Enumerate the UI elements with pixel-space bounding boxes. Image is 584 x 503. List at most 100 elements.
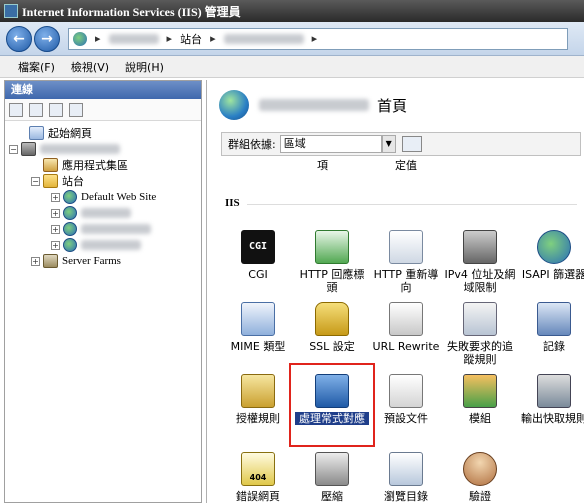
tree-item-sites[interactable]: − 站台 [31, 173, 84, 189]
breadcrumb-sites[interactable]: 站台 [180, 31, 202, 47]
feature-label: HTTP 回應標頭 [299, 268, 365, 294]
group-by-select[interactable]: 區域 [279, 135, 382, 153]
up-folder-icon[interactable] [49, 102, 63, 117]
connect-icon[interactable] [9, 102, 23, 117]
tree-label: Default Web Site [81, 191, 157, 203]
feature-http-response-headers[interactable]: HTTP 回應標頭 [295, 230, 369, 294]
ip-restrictions-icon [463, 230, 497, 264]
back-button[interactable]: ← [6, 25, 32, 52]
globe-icon [73, 31, 87, 46]
directory-browsing-icon [389, 452, 423, 486]
feature-http-redirect[interactable]: HTTP 重新導向 [369, 230, 443, 294]
expand-toggle[interactable]: + [51, 224, 60, 234]
feature-output-caching[interactable]: 輸出快取規則 [517, 374, 584, 425]
feature-authentication[interactable]: 驗證 [443, 452, 517, 503]
collapse-toggle[interactable]: − [9, 144, 18, 154]
feature-label: 失敗要求的追蹤規則 [447, 340, 513, 366]
page-title: 首頁 [377, 96, 408, 115]
collapse-toggle[interactable]: − [31, 176, 40, 186]
output-caching-icon [537, 374, 571, 408]
address-bar[interactable]: ▸ ▸ 站台 ▸ ▸ [68, 27, 568, 50]
expand-toggle[interactable]: + [51, 208, 60, 218]
forward-button[interactable]: → [34, 25, 60, 52]
feature-label: CGI [248, 268, 268, 281]
expand-toggle[interactable]: + [31, 256, 40, 266]
blurred-server-name[interactable] [108, 33, 159, 44]
failed-request-tracing-icon [463, 302, 497, 336]
feature-error-pages[interactable]: 404 錯誤網頁 [221, 452, 295, 503]
feature-url-rewrite[interactable]: URL Rewrite [369, 302, 443, 353]
connections-toolbar [5, 99, 201, 121]
feature-failed-request-tracing[interactable]: 失敗要求的追蹤規則 [443, 302, 517, 366]
http-response-headers-icon [315, 230, 349, 264]
error-pages-icon: 404 [241, 452, 275, 486]
site-globe-icon [63, 190, 77, 204]
expand-toggle[interactable]: + [51, 192, 60, 202]
view-mode-icon[interactable] [401, 136, 422, 152]
tree-label: 站台 [62, 175, 84, 188]
iis-app-icon [4, 4, 18, 18]
tree-label: Server Farms [62, 255, 121, 267]
expand-toggle[interactable]: + [51, 240, 60, 250]
tree-item-site[interactable]: + [51, 237, 141, 253]
feature-directory-browsing[interactable]: 瀏覽目錄 [369, 452, 443, 503]
cut-off-label: 項 [317, 159, 328, 172]
menu-help[interactable]: 說明(H) [125, 59, 164, 75]
tree-item-server-farms[interactable]: + Server Farms [31, 253, 121, 269]
site-globe-icon [63, 222, 77, 236]
feature-compression[interactable]: 壓縮 [295, 452, 369, 503]
feature-label: SSL 設定 [309, 340, 355, 353]
breadcrumb-separator: ▸ [210, 32, 216, 45]
feature-label: 記錄 [543, 340, 565, 353]
group-by-bar: 群組依據: 區域 ▼ [221, 132, 581, 156]
feature-logging[interactable]: 記錄 [517, 302, 584, 353]
compression-icon [315, 452, 349, 486]
tree-item-app-pools[interactable]: 應用程式集區 [43, 157, 128, 173]
features-view-pane: 首頁 群組依據: 區域 ▼ 項 定值 IIS CGI CGI HTTP 回應標頭… [206, 80, 584, 503]
blurred-site-name[interactable] [223, 33, 304, 44]
feature-label: 輸出快取規則 [521, 412, 584, 425]
sites-folder-icon [43, 174, 58, 188]
feature-mime-types[interactable]: MIME 類型 [221, 302, 295, 353]
save-icon[interactable] [29, 102, 43, 117]
feature-modules[interactable]: 模組 [443, 374, 517, 425]
feature-default-document[interactable]: 預設文件 [369, 374, 443, 425]
feature-label: 壓縮 [321, 490, 343, 503]
feature-label: 模組 [469, 412, 491, 425]
feature-ssl-settings[interactable]: SSL 設定 [295, 302, 369, 353]
disconnect-icon[interactable] [69, 102, 83, 117]
menu-bar: 檔案(F) 檢視(V) 說明(H) [0, 56, 584, 78]
tree-item-server[interactable]: − [9, 141, 120, 157]
back-arrow-icon: ← [13, 30, 25, 47]
authentication-icon [463, 452, 497, 486]
tree-item-default-web-site[interactable]: + Default Web Site [51, 189, 156, 205]
isapi-filters-icon [537, 230, 571, 264]
blurred-site-name [81, 208, 131, 218]
feature-label: HTTP 重新導向 [373, 268, 439, 294]
default-document-icon [389, 374, 423, 408]
section-header-iis: IIS [225, 197, 240, 209]
tree-item-site[interactable]: + [51, 205, 131, 221]
menu-file[interactable]: 檔案(F) [18, 59, 55, 75]
menu-view[interactable]: 檢視(V) [71, 59, 109, 75]
tree-item-site[interactable]: + [51, 221, 151, 237]
feature-label: IPv4 位址及網域限制 [444, 268, 516, 294]
breadcrumb-end-arrow[interactable]: ▸ [312, 32, 318, 45]
feature-label: ISAPI 篩選器 [521, 268, 584, 281]
group-by-label: 群組依據: [228, 138, 276, 151]
window-title-bar: Internet Information Services (IIS) 管理員 [0, 0, 584, 22]
tree-item-start-page[interactable]: 起始網頁 [29, 125, 92, 141]
feature-authorization-rules[interactable]: 授權規則 [221, 374, 295, 425]
tree-label: 起始網頁 [48, 127, 92, 140]
server-icon [21, 142, 36, 156]
app-pool-icon [43, 158, 58, 172]
feature-cgi[interactable]: CGI CGI [221, 230, 295, 281]
feature-ip-restrictions[interactable]: IPv4 位址及網域限制 [443, 230, 517, 294]
site-globe-icon [63, 206, 77, 220]
server-farms-icon [43, 254, 58, 268]
site-globe-icon [63, 238, 77, 252]
blurred-site-name [81, 224, 151, 234]
dropdown-arrow-icon[interactable]: ▼ [381, 135, 396, 153]
blurred-site-title [259, 99, 369, 111]
feature-isapi-filters[interactable]: ISAPI 篩選器 [517, 230, 584, 281]
